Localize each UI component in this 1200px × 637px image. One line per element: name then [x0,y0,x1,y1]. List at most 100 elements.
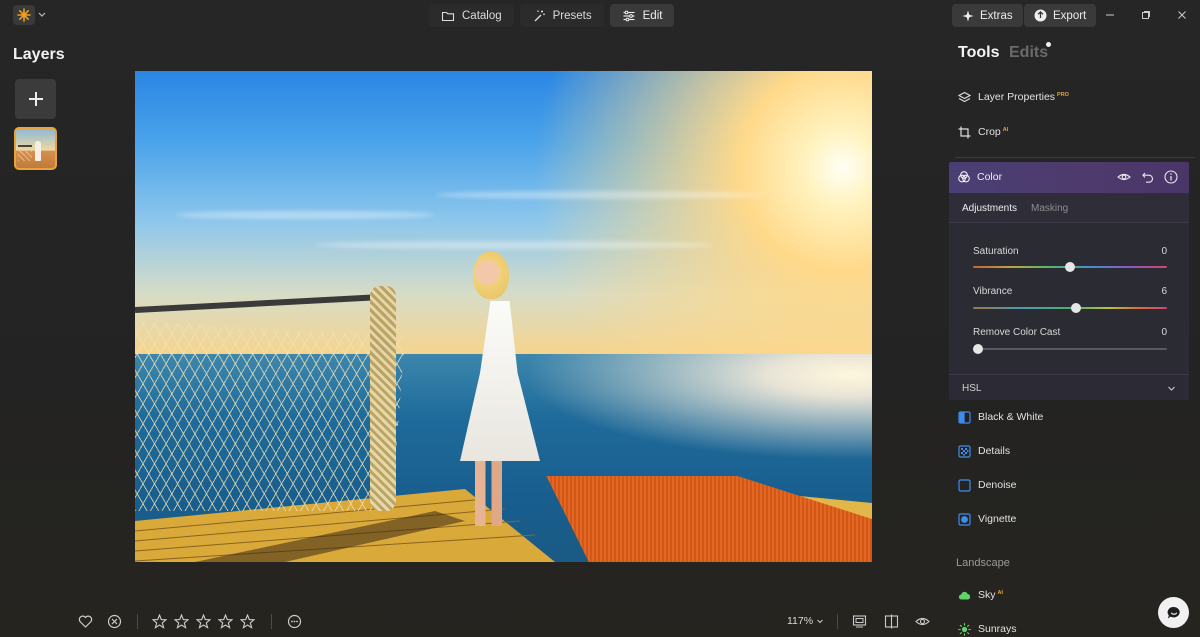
cloud-icon [958,591,971,600]
photo-net [135,321,405,511]
divider [837,614,838,629]
sparkle-icon [962,10,974,21]
layer-thumbnail[interactable] [14,127,57,170]
crop-icon [958,126,971,138]
star-icon[interactable] [196,614,211,629]
info-icon[interactable] [1164,170,1178,184]
tool-crop[interactable]: Crop AI [958,124,1008,140]
photo-cloud [315,241,715,249]
photo-canvas[interactable] [135,71,872,562]
vibrance-slider-handle[interactable] [1071,303,1081,313]
nav-presets-button[interactable]: Presets [519,4,604,27]
close-button[interactable] [1172,6,1192,24]
layers-icon [958,91,971,102]
restore-icon [1142,11,1150,19]
add-layer-button[interactable] [15,79,56,119]
chevron-down-icon[interactable] [37,9,47,21]
nav-presets-label: Presets [552,9,592,22]
export-label: Export [1053,9,1087,22]
compare-icon[interactable] [884,614,899,629]
app-menu-button[interactable] [13,5,35,25]
more-icon[interactable] [287,614,302,629]
fit-screen-icon[interactable] [852,614,867,629]
plus-icon [28,92,43,106]
photo-figure-legs [475,456,505,526]
tool-layer-properties-label: Layer Properties [978,91,1056,103]
tools-panel: Tools Edits Layer Properties PRO Crop AI C… [949,31,1200,637]
tool-details[interactable]: Details [958,443,1010,459]
photo-figure-head [473,251,509,299]
tool-details-label: Details [978,445,1011,457]
tab-adjustments[interactable]: Adjustments [962,203,1017,214]
tool-sky[interactable]: Sky AI [958,587,1003,603]
export-button[interactable]: Export [1024,4,1097,27]
thumbnail-figure [35,141,41,161]
eye-icon[interactable] [915,614,930,629]
saturation-label: Saturation [973,246,1019,257]
thumbnail-net [18,145,32,161]
tab-tools[interactable]: Tools [958,44,999,62]
tool-sky-label: Sky [978,589,996,601]
remove-color-cast-value[interactable]: 0 [1161,327,1167,338]
top-bar: Catalog Presets Edit Extras Export [0,0,1200,31]
tool-sunrays[interactable]: Sunrays [958,621,1017,637]
details-icon [958,444,971,458]
section-landscape-title: Landscape [956,557,1010,569]
photo-cloud [435,191,765,199]
ai-badge: AI [1002,126,1009,133]
chat-support-button[interactable] [1158,597,1189,628]
tool-sunrays-label: Sunrays [978,623,1017,635]
sun-logo-icon [17,8,31,22]
tool-vignette[interactable]: Vignette [958,511,1016,527]
extras-button[interactable]: Extras [952,4,1023,27]
divider [271,614,272,629]
star-icon[interactable] [240,614,255,629]
vibrance-label: Vibrance [973,286,1013,297]
bottom-bar: 117% [0,607,940,635]
minimize-icon [1106,14,1114,16]
tool-black-white[interactable]: Black & White [958,409,1043,425]
minimize-button[interactable] [1100,6,1120,24]
extras-label: Extras [980,9,1013,22]
vibrance-slider[interactable] [973,307,1167,309]
magic-wand-icon [534,10,545,21]
photo-cloud [175,211,435,219]
color-subtabs: Adjustments Masking [949,193,1189,223]
tool-denoise[interactable]: Denoise [958,477,1017,493]
star-icon[interactable] [174,614,189,629]
tab-edits[interactable]: Edits [1009,44,1048,62]
remove-color-cast-slider-handle[interactable] [973,344,983,354]
tool-black-white-label: Black & White [978,411,1044,423]
black-white-icon [958,410,971,424]
eye-icon[interactable] [1117,170,1131,184]
saturation-value[interactable]: 0 [1161,246,1167,257]
reject-icon[interactable] [107,614,122,629]
remove-color-cast-slider[interactable] [973,348,1167,350]
chevron-down-icon [1168,386,1175,391]
denoise-icon [958,478,971,492]
export-icon [1034,9,1047,22]
vibrance-value[interactable]: 6 [1161,286,1167,297]
reset-icon[interactable] [1141,170,1155,184]
saturation-slider-handle[interactable] [1065,262,1075,272]
color-tool-header[interactable]: Color [949,162,1189,193]
hsl-label: HSL [962,383,982,394]
hsl-section-toggle[interactable]: HSL [949,374,1189,400]
close-icon [1178,11,1186,19]
pro-badge: PRO [1057,91,1069,98]
tab-masking[interactable]: Masking [1031,203,1068,214]
star-icon[interactable] [152,614,167,629]
edits-indicator-dot [1046,42,1051,47]
star-icon[interactable] [218,614,233,629]
panel-divider [955,157,1195,158]
tool-layer-properties[interactable]: Layer Properties PRO [958,89,1069,105]
nav-catalog-button[interactable]: Catalog [429,4,514,27]
restore-button[interactable] [1136,6,1156,24]
main-nav: Catalog Presets Edit [429,4,675,27]
app-window: Catalog Presets Edit Extras Export Layer… [0,0,1200,637]
tool-crop-label: Crop [978,126,1001,138]
nav-edit-label: Edit [642,9,663,22]
nav-edit-button[interactable]: Edit [609,4,675,27]
heart-icon[interactable] [78,614,93,629]
zoom-dropdown[interactable]: 117% [787,615,824,627]
